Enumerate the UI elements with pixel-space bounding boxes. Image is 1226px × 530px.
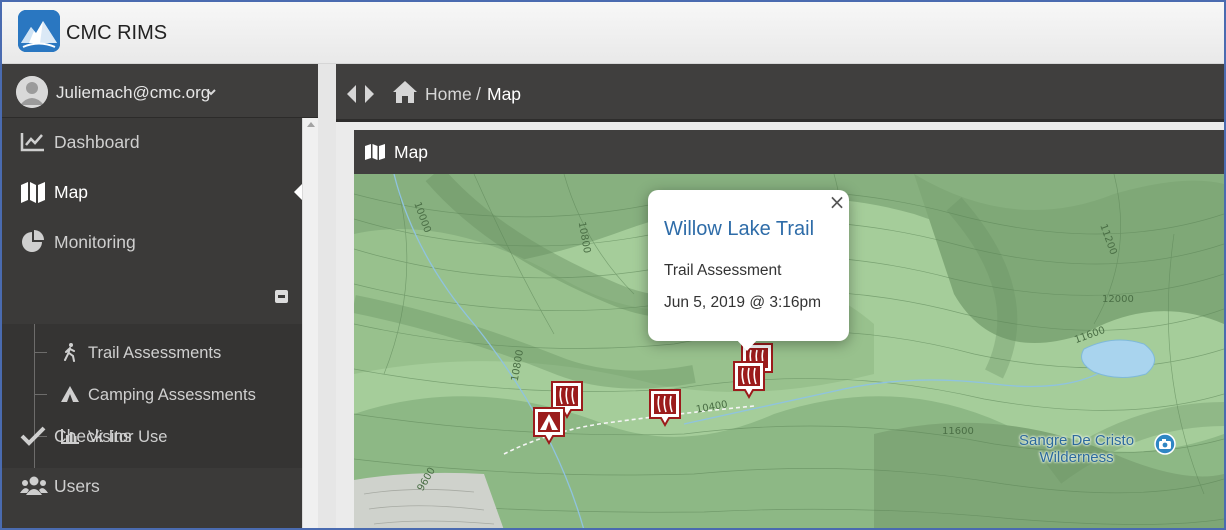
sidebar-item-monitoring[interactable]: Monitoring [2,218,302,266]
content-gutter [318,64,336,528]
tree-tick [35,352,47,353]
pie-chart-icon [20,230,46,254]
wilderness-label-line-2: Wilderness [1039,449,1114,466]
wilderness-area-label: Sangre De Cristo Wilderness [1019,432,1134,466]
sidebar: Juliemach@cmc.org Dashboard Map Monitori… [2,64,318,528]
trail-assessment-marker-icon[interactable] [732,360,766,400]
contour-label: 12000 [1102,294,1134,305]
scroll-up-arrow-icon[interactable] [307,122,315,127]
popup-title-link[interactable]: Willow Lake Trail [664,218,814,241]
user-menu[interactable]: Juliemach@cmc.org [2,64,318,118]
popup-tail [736,339,758,351]
popup-date: Jun 5, 2019 @ 3:16pm [664,294,822,311]
sidebar-item-label: Check Ins [54,426,132,446]
contour-label: 11600 [942,426,974,437]
tent-icon [60,384,80,404]
app-window: CMC RIMS Juliemach@cmc.org Dashboard Map… [0,0,1226,530]
wilderness-camera-icon[interactable] [1154,433,1176,455]
sidebar-item-label: Map [54,182,89,202]
sidebar-item-users[interactable]: Users [2,462,302,510]
app-title: CMC RIMS [66,22,168,44]
camping-assessment-marker-icon[interactable] [532,406,566,446]
user-email[interactable]: Juliemach@cmc.org [56,83,210,103]
sidebar-item-trail-assessments[interactable]: Trail Assessments [2,332,302,372]
breadcrumb-current: Map [487,84,522,104]
top-header: CMC RIMS [2,2,1224,64]
map-icon [20,180,46,204]
close-icon[interactable]: × [828,192,846,212]
sidebar-nav: Dashboard Map Monitoring Trail Assessmen… [2,118,302,528]
checkmark-icon [20,424,46,448]
sidebar-item-camping-assessments[interactable]: Camping Assessments [2,374,302,414]
home-icon[interactable] [392,80,418,104]
breadcrumb-bar: Home / Map [336,64,1224,122]
sidebar-item-dashboard[interactable]: Dashboard [2,118,302,166]
sidebar-item-label: Dashboard [54,132,140,152]
trail-assessment-marker-icon[interactable] [648,388,682,428]
sidebar-item-label: Camping Assessments [88,386,256,404]
popup-assessment-type: Trail Assessment [664,262,782,279]
breadcrumb-separator: / [476,84,481,104]
user-avatar-icon [16,76,48,108]
map-icon [364,143,386,161]
sidebar-item-map[interactable]: Map [2,168,302,216]
mountain-logo-icon[interactable] [18,10,60,52]
sidebar-item-label: Trail Assessments [88,344,222,362]
breadcrumb-home-link[interactable]: Home [425,84,472,105]
chevron-down-icon[interactable] [205,85,217,97]
collapse-monitoring-button[interactable] [275,290,288,303]
users-icon [20,474,48,498]
hiker-icon [60,342,80,362]
sidebar-item-label: Users [54,476,100,496]
sidebar-item-label: Monitoring [54,232,136,252]
sidebar-item-check-ins[interactable]: Check Ins [2,412,302,460]
map-popup: × Willow Lake Trail Trail Assessment Jun… [648,190,849,351]
map-panel-header: Map [354,130,1224,174]
sidebar-scrollbar[interactable] [302,118,318,528]
sidebar-toggle-arrows-icon[interactable] [346,84,376,104]
chart-line-icon [20,130,46,154]
tree-tick [35,394,47,395]
wilderness-label-line-1: Sangre De Cristo [1019,432,1135,449]
panel-title: Map [394,142,429,162]
